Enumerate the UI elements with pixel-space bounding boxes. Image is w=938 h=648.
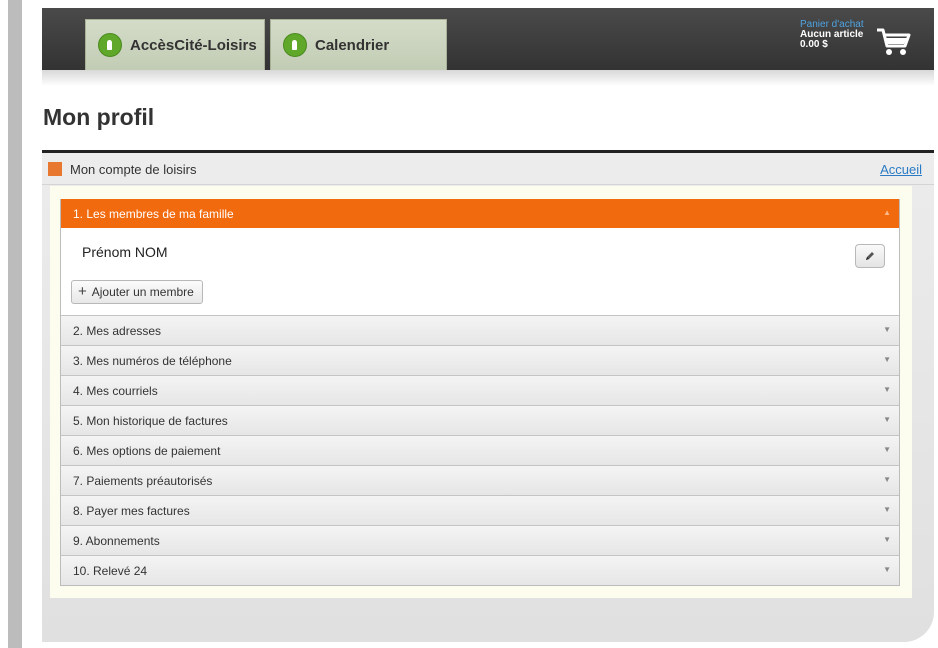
leaf-logo-icon [283, 33, 307, 57]
accordion-item-phone-numbers[interactable]: 3. Mes numéros de téléphone ▼ [61, 345, 899, 375]
accordion-item-subscriptions[interactable]: 9. Abonnements ▼ [61, 525, 899, 555]
chevron-down-icon: ▼ [883, 535, 891, 544]
accordion-item-label: 5. Mon historique de factures [73, 413, 228, 428]
accordion-item-label: 6. Mes options de paiement [73, 443, 221, 458]
accordion-item-label: 3. Mes numéros de téléphone [73, 353, 232, 368]
add-member-label: Ajouter un membre [91, 285, 194, 299]
chevron-up-icon: ▲ [883, 208, 891, 217]
left-edge-bar [8, 0, 22, 648]
accordion-item-preauthorized-payments[interactable]: 7. Paiements préautorisés ▼ [61, 465, 899, 495]
panel-inner: 1. Les membres de ma famille ▲ Prénom NO… [50, 186, 912, 598]
accordion-item-releve-24[interactable]: 10. Relevé 24 ▼ [61, 555, 899, 585]
pencil-icon [866, 252, 874, 260]
tab-accescite-loisirs[interactable]: AccèsCité-Loisirs [85, 19, 265, 70]
accordion-item-label: 10. Relevé 24 [73, 563, 148, 578]
accordion-item-label: 2. Mes adresses [73, 323, 162, 338]
tab-label: Calendrier [315, 36, 390, 54]
member-name: Prénom NOM [82, 244, 168, 260]
accordion-item-label: 7. Paiements préautorisés [73, 473, 213, 488]
panel-header: Mon compte de loisirs Accueil [42, 153, 934, 185]
cart-total: 0.00 $ [800, 39, 828, 50]
panel-title: Mon compte de loisirs [70, 162, 197, 177]
chevron-down-icon: ▼ [883, 355, 891, 364]
top-header: AccèsCité-Loisirs Calendrier Panier d'ac… [42, 8, 934, 70]
accordion-item-label: 4. Mes courriels [73, 383, 158, 398]
chevron-down-icon: ▼ [883, 475, 891, 484]
accordion-item-family-members[interactable]: 1. Les membres de ma famille ▲ [61, 199, 899, 228]
accordion-item-label: 9. Abonnements [73, 533, 160, 548]
accordion-item-pay-invoices[interactable]: 8. Payer mes factures ▼ [61, 495, 899, 525]
leaf-logo-icon [98, 33, 122, 57]
accordion-item-invoice-history[interactable]: 5. Mon historique de factures ▼ [61, 405, 899, 435]
chevron-down-icon: ▼ [883, 385, 891, 394]
plus-icon: + [78, 283, 87, 300]
page-title: Mon profil [43, 104, 155, 130]
header-shadow [42, 70, 934, 86]
accordion-item-payment-options[interactable]: 6. Mes options de paiement ▼ [61, 435, 899, 465]
add-member-button[interactable]: + Ajouter un membre [71, 280, 203, 304]
chevron-down-icon: ▼ [883, 565, 891, 574]
accueil-link[interactable]: Accueil [880, 162, 922, 177]
tab-calendrier[interactable]: Calendrier [270, 19, 447, 70]
chevron-down-icon: ▼ [883, 415, 891, 424]
profile-accordion: 1. Les membres de ma famille ▲ Prénom NO… [60, 199, 900, 586]
orange-square-icon [48, 162, 62, 176]
accordion-item-addresses[interactable]: 2. Mes adresses ▼ [61, 315, 899, 345]
chevron-down-icon: ▼ [883, 325, 891, 334]
shopping-cart-icon[interactable] [876, 26, 912, 58]
chevron-down-icon: ▼ [883, 505, 891, 514]
cart-summary[interactable]: Panier d'achat Aucun article 0.00 $ [800, 20, 864, 50]
tab-label: AccèsCité-Loisirs [130, 36, 257, 54]
edit-member-button[interactable] [855, 244, 885, 268]
account-panel: Mon compte de loisirs Accueil 1. Les mem… [42, 150, 934, 642]
chevron-down-icon: ▼ [883, 445, 891, 454]
accordion-item-label: 1. Les membres de ma famille [73, 206, 234, 221]
family-members-content: Prénom NOM + Ajouter un membre [61, 228, 899, 315]
accordion-item-emails[interactable]: 4. Mes courriels ▼ [61, 375, 899, 405]
accordion-item-label: 8. Payer mes factures [73, 503, 190, 518]
